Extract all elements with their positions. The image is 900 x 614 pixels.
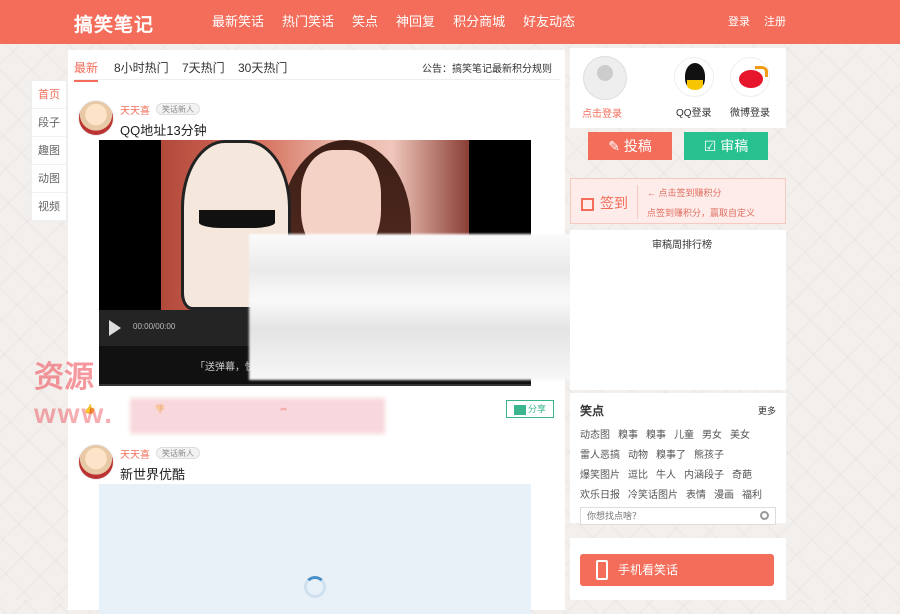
site-logo[interactable]: 搞笑笔记: [74, 10, 154, 37]
tag-item[interactable]: 冷笑话图片: [628, 486, 678, 506]
phone-icon: [596, 560, 608, 580]
login-link[interactable]: 登录: [728, 0, 750, 44]
avatar[interactable]: [78, 100, 114, 136]
tab-7d-hot[interactable]: 7天热门: [182, 59, 225, 76]
tag-item[interactable]: 牛人: [656, 466, 676, 486]
tag-item[interactable]: 爆笑图片: [580, 466, 620, 486]
checkin-panel: 签到 ← 点击签到赚积分 点签到赚积分，赢取自定义: [570, 178, 786, 224]
qq-login-label[interactable]: QQ登录: [676, 104, 712, 119]
tag-item[interactable]: 糗事了: [656, 446, 686, 466]
login-panel: 点击登录 QQ登录 微博登录: [570, 48, 786, 128]
tags-search: [580, 507, 776, 525]
avatar[interactable]: [78, 444, 114, 480]
tag-item[interactable]: 动物: [628, 446, 648, 466]
tag-item[interactable]: 雷人恶搞: [580, 446, 620, 466]
post-username[interactable]: 天天喜: [120, 102, 150, 117]
default-avatar[interactable]: [583, 56, 627, 100]
ranking-title[interactable]: 审稿周排行榜: [652, 236, 712, 251]
user-badge: 笑话新人: [156, 447, 200, 459]
post-title[interactable]: QQ地址13分钟: [120, 120, 207, 139]
main-feed: 最新 8小时热门 7天热门 30天热门 公告：搞笑笔记最新积分规则 天天喜 笑话…: [68, 50, 699, 614]
play-icon[interactable]: [109, 320, 121, 336]
nav-jokes-points[interactable]: 笑点: [352, 0, 378, 44]
tag-item[interactable]: 表情: [686, 486, 706, 506]
top-navbar: 搞笑笔记 最新笑话 热门笑话 笑点 神回复 积分商城 好友动态 登录 注册: [0, 0, 900, 44]
watermark-blur: [130, 398, 385, 434]
calendar-icon: [581, 197, 594, 211]
weibo-login-label[interactable]: 微博登录: [730, 104, 770, 119]
sidenav-home[interactable]: 首页: [32, 81, 66, 109]
tag-item[interactable]: 动态图: [580, 426, 610, 446]
video-timecode: 00:00/00:00: [133, 322, 176, 331]
register-link[interactable]: 注册: [764, 0, 786, 44]
checkin-button[interactable]: 签到: [581, 193, 628, 213]
tags-more-link[interactable]: 更多: [758, 404, 776, 417]
tag-item[interactable]: 糗事: [618, 426, 638, 446]
category-sidenav: 首页 段子 趣图 动图 视频: [31, 80, 67, 222]
checkin-tip: ← 点击签到赚积分: [647, 188, 722, 198]
sidenav-gifs[interactable]: 动图: [32, 165, 66, 193]
search-icon[interactable]: [760, 511, 769, 520]
review-button[interactable]: ☑ 审稿: [684, 132, 768, 160]
tag-item[interactable]: 内涵段子: [684, 466, 724, 486]
checkin-desc: 点签到赚积分，赢取自定义: [647, 208, 756, 218]
sidenav-funny-pics[interactable]: 趣图: [32, 137, 66, 165]
qq-icon[interactable]: [674, 57, 714, 97]
nav-points-mall[interactable]: 积分商城: [453, 0, 505, 44]
mobile-view-button[interactable]: 手机看笑话: [580, 554, 774, 586]
tag-item[interactable]: 男女: [702, 426, 722, 446]
tags-panel: 笑点 更多 动态图 糗事 糗事 儿童 男女 美女 雷人恶搞 动物 糗事了 熊孩子…: [570, 393, 786, 525]
tag-item[interactable]: 美女: [730, 426, 750, 446]
submit-button[interactable]: ✎ 投稿: [588, 132, 672, 160]
auth-links: 登录 注册: [728, 0, 786, 44]
share-button[interactable]: 分享: [506, 400, 554, 418]
click-login-link[interactable]: 点击登录: [582, 105, 622, 120]
tags-title: 笑点: [580, 404, 605, 418]
sidenav-jokes[interactable]: 段子: [32, 109, 66, 137]
review-ranking-panel: 审稿周排行榜: [570, 230, 786, 390]
tag-item[interactable]: 熊孩子: [694, 446, 724, 466]
tag-item[interactable]: 逗比: [628, 466, 648, 486]
user-badge: 笑话新人: [156, 103, 200, 115]
tag-item[interactable]: 福利: [742, 486, 762, 506]
mobile-panel: 手机看笑话: [570, 538, 786, 600]
nav-friends-feed[interactable]: 好友动态: [523, 0, 575, 44]
post-media[interactable]: [99, 484, 531, 614]
tag-item[interactable]: 欢乐日报: [580, 486, 620, 506]
tags-search-input[interactable]: [581, 508, 751, 524]
video-progress[interactable]: [99, 384, 531, 386]
tab-8h-hot[interactable]: 8小时热门: [114, 59, 169, 76]
watermark-text: 资源: [34, 361, 94, 394]
tag-item[interactable]: 糗事: [646, 426, 666, 446]
tag-item[interactable]: 儿童: [674, 426, 694, 446]
share-icon: [513, 404, 526, 415]
post-username[interactable]: 天天喜: [120, 446, 150, 461]
tags-grid: 动态图 糗事 糗事 儿童 男女 美女 雷人恶搞 动物 糗事了 熊孩子 爆笑图片 …: [580, 426, 780, 506]
sidenav-videos[interactable]: 视频: [32, 193, 66, 221]
post-title[interactable]: 新世界优酷: [120, 464, 185, 483]
tag-item[interactable]: 漫画: [714, 486, 734, 506]
nav-latest-jokes[interactable]: 最新笑话: [212, 0, 264, 44]
tag-item[interactable]: 奇葩: [732, 466, 752, 486]
loading-spinner-icon: [304, 576, 326, 598]
main-nav: 最新笑话 热门笑话 笑点 神回复 积分商城 好友动态: [212, 0, 593, 44]
watermark-url: www.: [34, 398, 115, 429]
announcement[interactable]: 公告：搞笑笔记最新积分规则: [422, 60, 552, 75]
weibo-icon[interactable]: [730, 57, 770, 97]
tab-30d-hot[interactable]: 30天热门: [238, 59, 287, 76]
feed-tabs: 最新 8小时热门 7天热门 30天热门 公告：搞笑笔记最新积分规则: [74, 50, 560, 82]
nav-god-replies[interactable]: 神回复: [396, 0, 435, 44]
tab-latest[interactable]: 最新: [74, 59, 99, 82]
nav-hot-jokes[interactable]: 热门笑话: [282, 0, 334, 44]
